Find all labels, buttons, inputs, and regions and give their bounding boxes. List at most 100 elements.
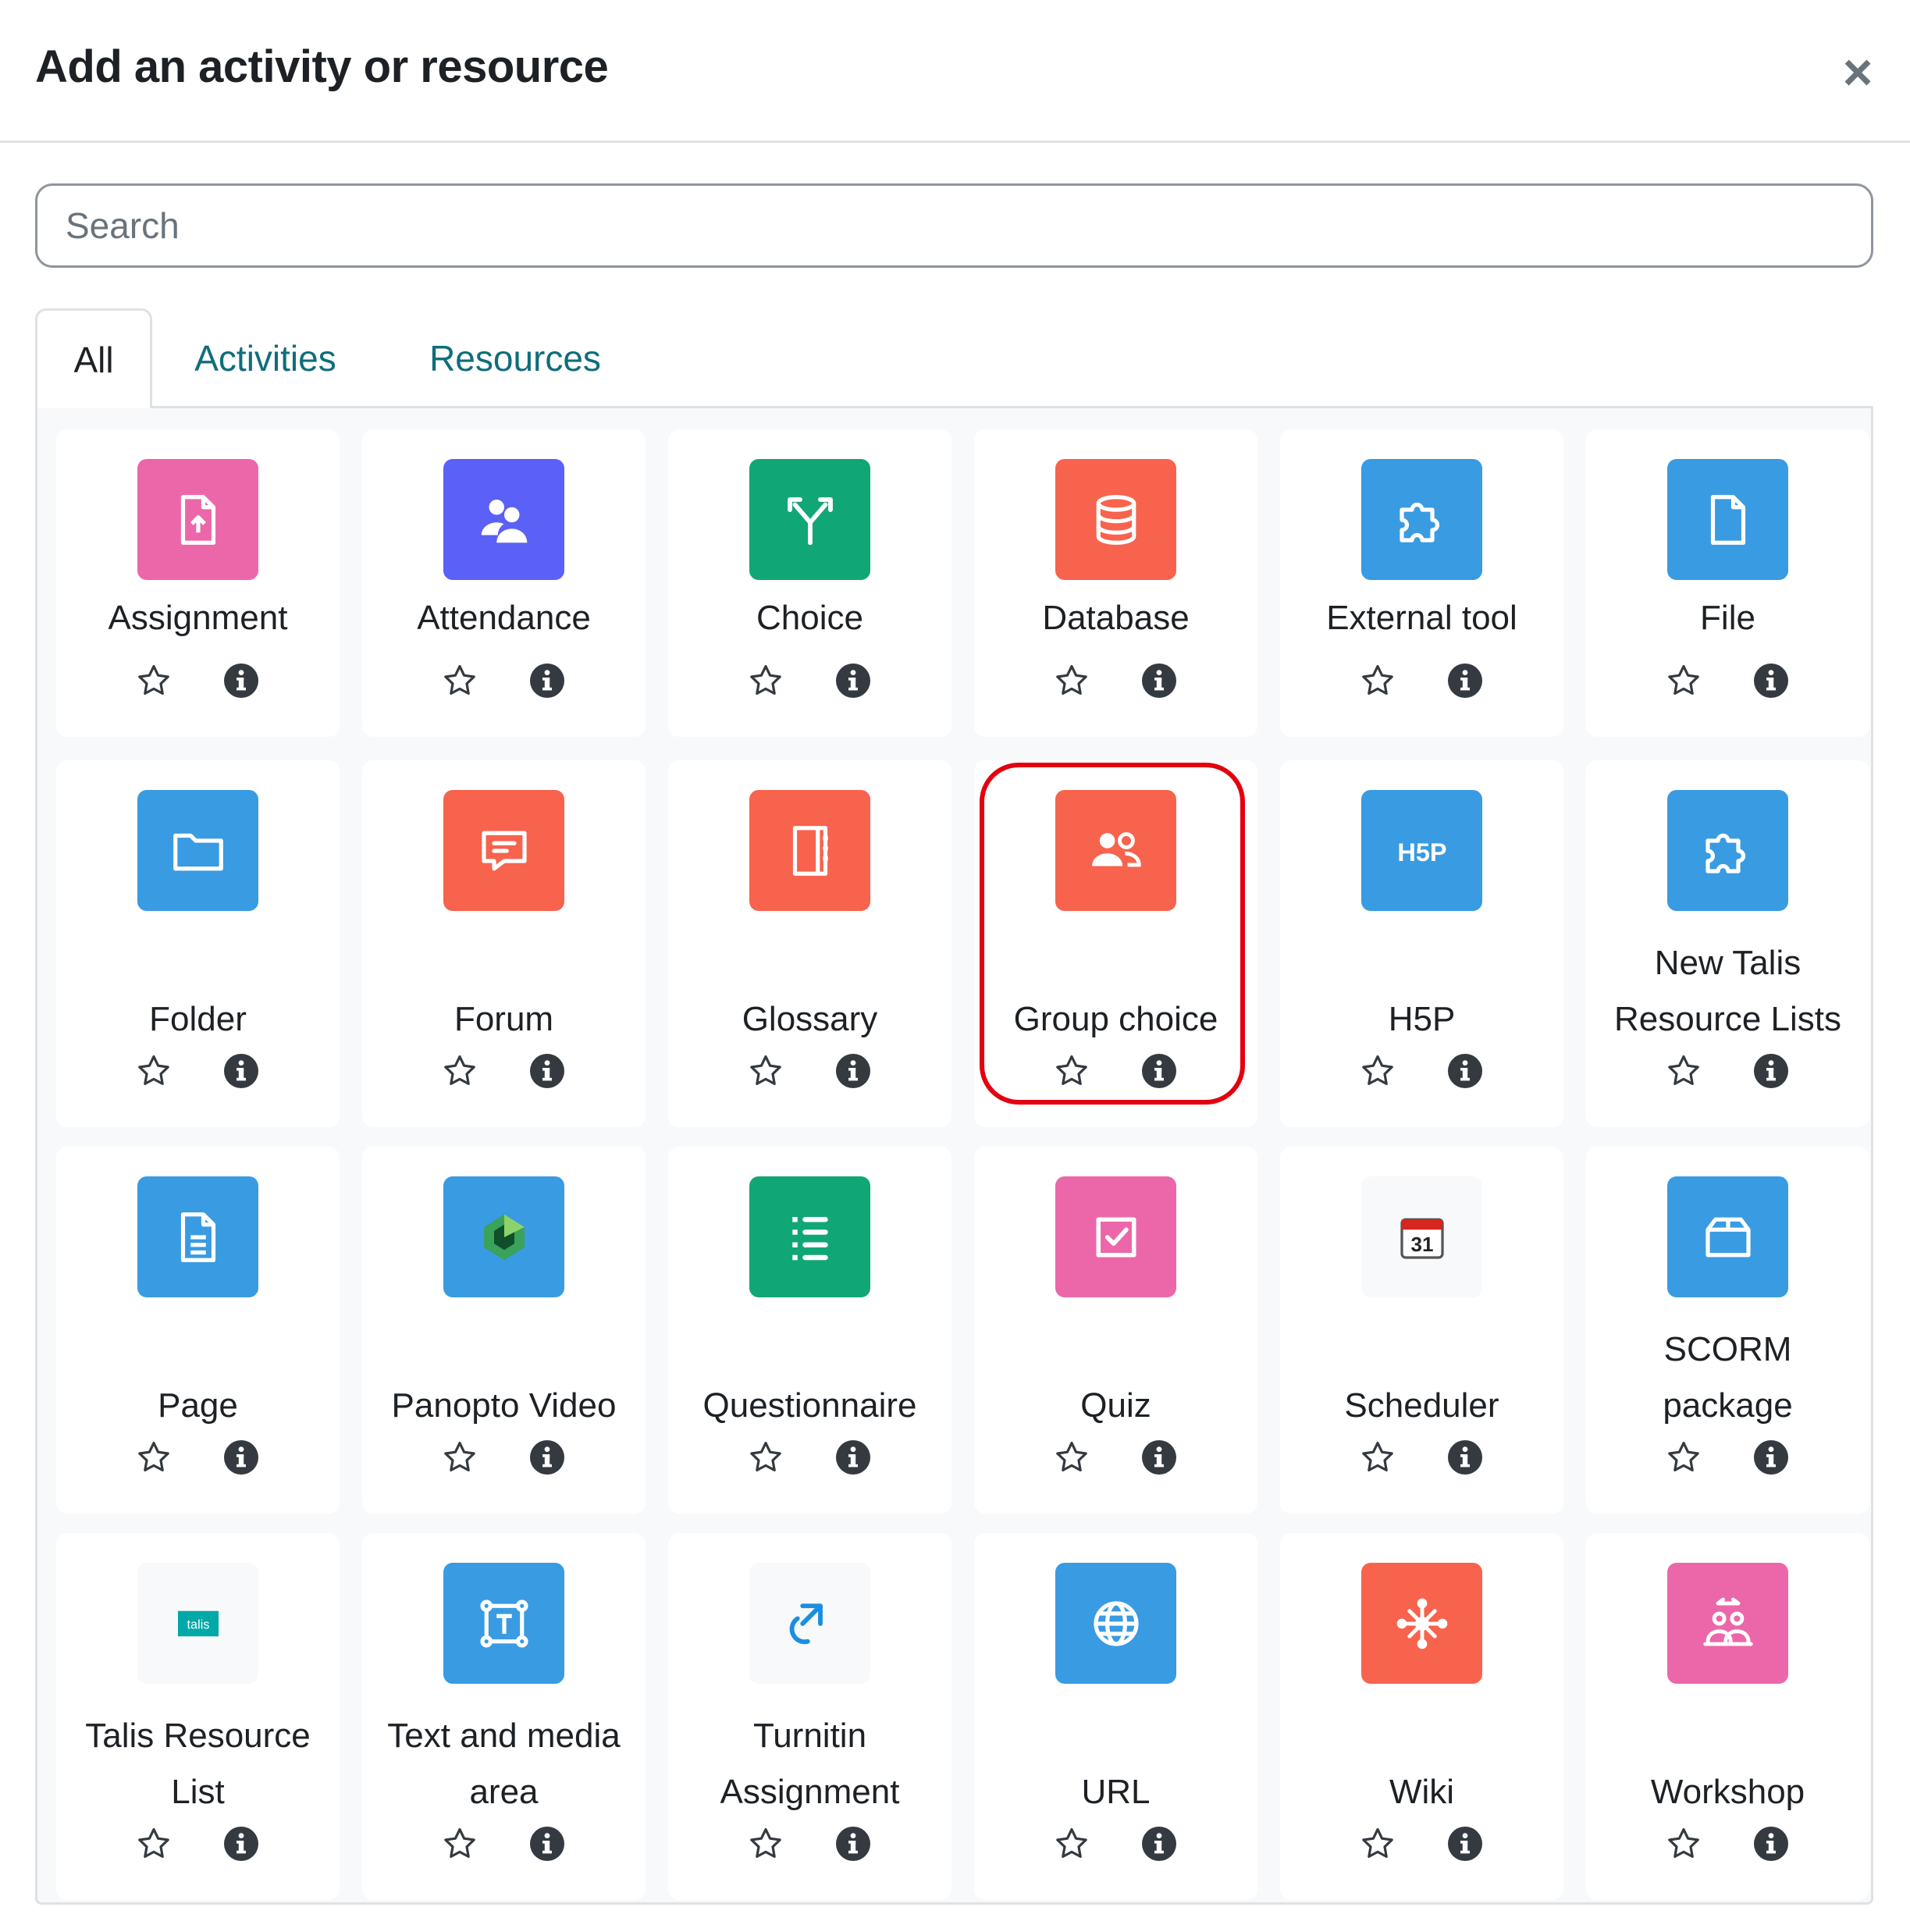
activity-label-wiki: Wiki bbox=[1389, 1773, 1455, 1811]
activity-label-folder: Folder bbox=[149, 1000, 247, 1038]
info-icon[interactable] bbox=[1752, 1052, 1790, 1090]
activity-actions bbox=[1280, 1819, 1563, 1866]
activity-card[interactable]: Assignment bbox=[56, 429, 340, 737]
activity-card[interactable]: Page bbox=[56, 1147, 340, 1514]
activity-card[interactable]: Wiki bbox=[1280, 1533, 1563, 1900]
info-icon[interactable] bbox=[1446, 662, 1484, 699]
info-icon[interactable] bbox=[222, 1052, 260, 1090]
puzzle-icon bbox=[1361, 459, 1482, 580]
activity-card[interactable]: Text and media area bbox=[362, 1533, 646, 1900]
star-icon[interactable] bbox=[441, 1825, 478, 1863]
star-icon[interactable] bbox=[1359, 1052, 1396, 1090]
info-icon[interactable] bbox=[528, 1439, 566, 1476]
activity-card[interactable]: Choice bbox=[668, 429, 951, 737]
star-icon[interactable] bbox=[747, 1439, 784, 1476]
info-icon[interactable] bbox=[834, 1439, 872, 1476]
star-icon[interactable] bbox=[747, 662, 784, 699]
activity-actions bbox=[56, 1819, 340, 1866]
activity-label-new-talis-resource-lists: New Talis Resource Lists bbox=[1613, 944, 1841, 1038]
star-icon[interactable] bbox=[135, 1439, 173, 1476]
info-icon[interactable] bbox=[1140, 1439, 1178, 1476]
dialog-header: Add an activity or resource × bbox=[0, 0, 1910, 143]
tab-activities[interactable]: Activities bbox=[176, 308, 355, 408]
tab-all[interactable]: All bbox=[35, 308, 152, 408]
activity-card[interactable]: Workshop bbox=[1586, 1533, 1869, 1900]
star-icon[interactable] bbox=[747, 1052, 784, 1090]
star-icon[interactable] bbox=[1053, 1052, 1090, 1090]
star-icon[interactable] bbox=[1359, 662, 1396, 699]
info-icon[interactable] bbox=[528, 662, 566, 699]
assignment-icon bbox=[137, 459, 258, 580]
star-icon[interactable] bbox=[135, 1825, 173, 1863]
star-icon[interactable] bbox=[135, 1052, 173, 1090]
info-icon[interactable] bbox=[1446, 1825, 1484, 1863]
activity-card[interactable]: Questionnaire bbox=[668, 1147, 951, 1514]
search-input[interactable] bbox=[35, 183, 1873, 268]
activity-card[interactable]: Attendance bbox=[362, 429, 646, 737]
info-icon[interactable] bbox=[528, 1825, 566, 1863]
activity-card[interactable]: Glossary bbox=[668, 760, 951, 1127]
activity-label-talis-resource-list: Talis Resource List bbox=[85, 1717, 311, 1811]
info-icon[interactable] bbox=[1140, 662, 1178, 699]
activity-actions bbox=[974, 1432, 1257, 1479]
database-icon bbox=[1055, 459, 1176, 580]
info-icon[interactable] bbox=[1752, 1825, 1790, 1863]
star-icon[interactable] bbox=[1053, 1439, 1090, 1476]
info-icon[interactable] bbox=[1140, 1825, 1178, 1863]
star-icon[interactable] bbox=[1665, 1052, 1702, 1090]
activity-card[interactable]: SCORM package bbox=[1586, 1147, 1869, 1514]
info-icon[interactable] bbox=[1446, 1439, 1484, 1476]
activity-actions bbox=[362, 656, 646, 703]
info-icon[interactable] bbox=[1752, 662, 1790, 699]
info-icon[interactable] bbox=[834, 1825, 872, 1863]
star-icon[interactable] bbox=[1665, 1825, 1702, 1863]
activity-card[interactable]: H5P H5P bbox=[1280, 760, 1563, 1127]
star-icon[interactable] bbox=[1665, 1439, 1702, 1476]
tab-resources[interactable]: Resources bbox=[402, 308, 628, 408]
activity-card[interactable]: Panopto Video bbox=[362, 1147, 646, 1514]
info-icon[interactable] bbox=[1140, 1052, 1178, 1090]
category-tabs: All Activities Resources bbox=[35, 308, 1873, 408]
info-icon[interactable] bbox=[222, 1825, 260, 1863]
activity-card[interactable]: Quiz bbox=[974, 1147, 1257, 1514]
activity-card[interactable]: External tool bbox=[1280, 429, 1563, 737]
activity-card[interactable]: Folder bbox=[56, 760, 340, 1127]
star-icon[interactable] bbox=[1359, 1439, 1396, 1476]
star-icon[interactable] bbox=[1053, 662, 1090, 699]
star-icon[interactable] bbox=[441, 1439, 478, 1476]
close-button[interactable]: × bbox=[1826, 41, 1889, 103]
star-icon[interactable] bbox=[135, 662, 173, 699]
activity-card[interactable]: New Talis Resource Lists bbox=[1586, 760, 1869, 1127]
info-icon[interactable] bbox=[834, 1052, 872, 1090]
info-icon[interactable] bbox=[222, 662, 260, 699]
info-icon[interactable] bbox=[222, 1439, 260, 1476]
info-icon[interactable] bbox=[834, 662, 872, 699]
activity-label-file: File bbox=[1700, 599, 1755, 637]
activity-card[interactable]: Forum bbox=[362, 760, 646, 1127]
activity-card[interactable]: Group choice bbox=[974, 760, 1257, 1127]
activity-actions bbox=[974, 656, 1257, 703]
activity-actions bbox=[668, 1819, 951, 1866]
info-icon[interactable] bbox=[528, 1052, 566, 1090]
activity-card[interactable]: talis Talis Resource List bbox=[56, 1533, 340, 1900]
star-icon[interactable] bbox=[441, 662, 478, 699]
activity-actions bbox=[1586, 1046, 1869, 1093]
activity-label-h5p: H5P bbox=[1388, 1000, 1456, 1038]
activity-label-text-and-media-area: Text and media area bbox=[387, 1717, 621, 1811]
star-icon[interactable] bbox=[1665, 662, 1702, 699]
activity-card[interactable]: 31 Scheduler bbox=[1280, 1147, 1563, 1514]
info-icon[interactable] bbox=[1446, 1052, 1484, 1090]
star-icon[interactable] bbox=[1359, 1825, 1396, 1863]
star-icon[interactable] bbox=[1053, 1825, 1090, 1863]
activity-card[interactable]: File bbox=[1586, 429, 1869, 737]
info-icon[interactable] bbox=[1752, 1439, 1790, 1476]
activity-card[interactable]: Database bbox=[974, 429, 1257, 737]
activity-card[interactable]: URL bbox=[974, 1533, 1257, 1900]
star-icon[interactable] bbox=[441, 1052, 478, 1090]
svg-text:H5P: H5P bbox=[1397, 838, 1446, 866]
star-icon[interactable] bbox=[747, 1825, 784, 1863]
activity-actions bbox=[974, 1046, 1257, 1093]
activity-label-attendance: Attendance bbox=[417, 599, 591, 637]
activity-label-database: Database bbox=[1042, 599, 1190, 637]
activity-card[interactable]: Turnitin Assignment bbox=[668, 1533, 951, 1900]
